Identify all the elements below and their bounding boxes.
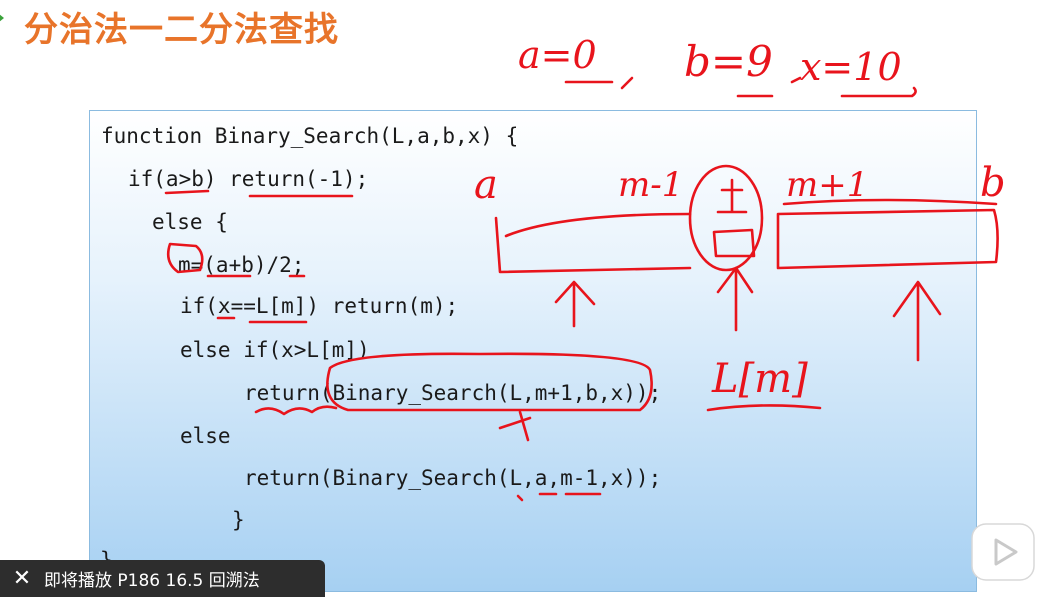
close-icon[interactable]: ✕ [0, 566, 44, 591]
annotation-b: b [980, 160, 1006, 206]
toast-text: 即将播放 P186 16.5 回溯法 [44, 571, 260, 591]
code-line: } [232, 508, 245, 532]
code-line: return(Binary_Search(L,a,m-1,x)); [244, 466, 662, 490]
code-line: if(x==L[m]) return(m); [180, 294, 459, 318]
bilibili-play-icon[interactable] [968, 506, 1038, 586]
title-bullet-icon [0, 10, 4, 26]
annotation-a-eq: a=0 [518, 33, 597, 77]
annotation-x-eq: x=10 [800, 45, 902, 89]
code-line: return(Binary_Search(L,m+1,b,x)); [244, 381, 662, 405]
code-line: else [180, 424, 231, 448]
autoplay-toast[interactable]: ✕ 即将播放 P186 16.5 回溯法 [0, 560, 325, 597]
annotation-b-eq: b=9 [684, 37, 773, 86]
slide-title: 分治法一二分法查找 [24, 10, 339, 50]
code-line: m=(a+b)/2; [178, 253, 305, 277]
code-line: else if(x>L[m]) [180, 338, 370, 362]
code-line: function Binary_Search(L,a,b,x) { [101, 124, 519, 148]
code-line: else { [152, 210, 228, 234]
code-line: if(a>b) return(-1); [128, 167, 369, 191]
